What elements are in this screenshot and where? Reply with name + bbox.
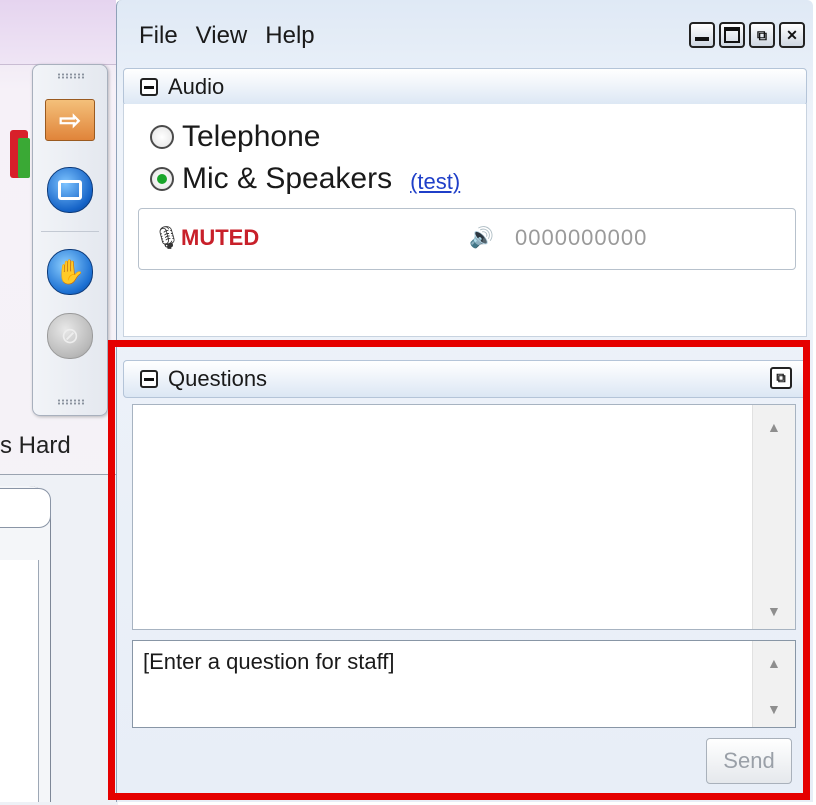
maximize-icon [724, 27, 740, 43]
menu-view[interactable]: View [196, 22, 248, 50]
audio-status-box: 🎙 MUTED 🔊 0000000000 [138, 208, 796, 270]
expand-panel-button[interactable]: ⇨ [45, 99, 95, 141]
menu-help[interactable]: Help [265, 22, 314, 50]
telephone-label: Telephone [182, 120, 321, 153]
floating-toolbar: ⇨ ✋ ⊘ [32, 64, 108, 416]
audio-collapse-button[interactable] [140, 78, 158, 96]
microphone-icon[interactable]: 🎙 [153, 225, 181, 251]
mic-speakers-radio[interactable] [150, 167, 174, 191]
muted-status: MUTED [181, 225, 260, 250]
background-tab[interactable] [0, 488, 51, 528]
toolbar-divider [41, 231, 99, 232]
hand-icon: ✋ [55, 258, 85, 286]
background-inner-panel [0, 560, 39, 802]
toolbar-grip-top[interactable] [57, 73, 85, 79]
telephone-option[interactable]: Telephone [150, 120, 320, 154]
menu-bar: File View Help [139, 22, 315, 50]
raise-hand-button[interactable]: ✋ [47, 249, 93, 295]
radio-selected-dot [157, 174, 167, 184]
audio-section-title: Audio [168, 74, 225, 99]
close-button[interactable]: ✕ [779, 22, 805, 48]
speaker-icon: 🔊 [469, 227, 494, 249]
highlight-frame [108, 340, 810, 800]
minus-icon [144, 85, 154, 89]
disabled-toolbar-button[interactable]: ⊘ [47, 313, 93, 359]
audio-level-meter: 0000000000 [515, 225, 648, 250]
mic-speakers-label: Mic & Speakers [182, 162, 393, 195]
menu-file[interactable]: File [139, 22, 178, 50]
background-app-titlebar [0, 0, 116, 65]
window-controls: ⧉ ✕ [689, 22, 805, 48]
close-icon: ✕ [786, 26, 798, 43]
background-green-element [18, 138, 30, 178]
maximize-button[interactable] [719, 22, 745, 48]
disabled-icon: ⊘ [60, 323, 80, 348]
arrow-right-icon: ⇨ [59, 104, 81, 135]
audio-section-header: Audio [123, 68, 807, 106]
stop-button[interactable] [47, 167, 93, 213]
test-audio-link[interactable]: (test) [410, 169, 460, 195]
minimize-button[interactable] [689, 22, 715, 48]
mic-speakers-option[interactable]: Mic & Speakers (test) [150, 162, 460, 196]
background-partial-text: s Hard [0, 432, 71, 459]
restore-button[interactable]: ⧉ [749, 22, 775, 48]
square-icon [58, 180, 82, 200]
audio-section-body: Telephone Mic & Speakers (test) 🎙 MUTED … [123, 104, 807, 337]
minimize-icon [695, 37, 709, 41]
restore-icon: ⧉ [757, 26, 767, 43]
telephone-radio[interactable] [150, 125, 174, 149]
toolbar-grip-bottom[interactable] [57, 399, 85, 405]
